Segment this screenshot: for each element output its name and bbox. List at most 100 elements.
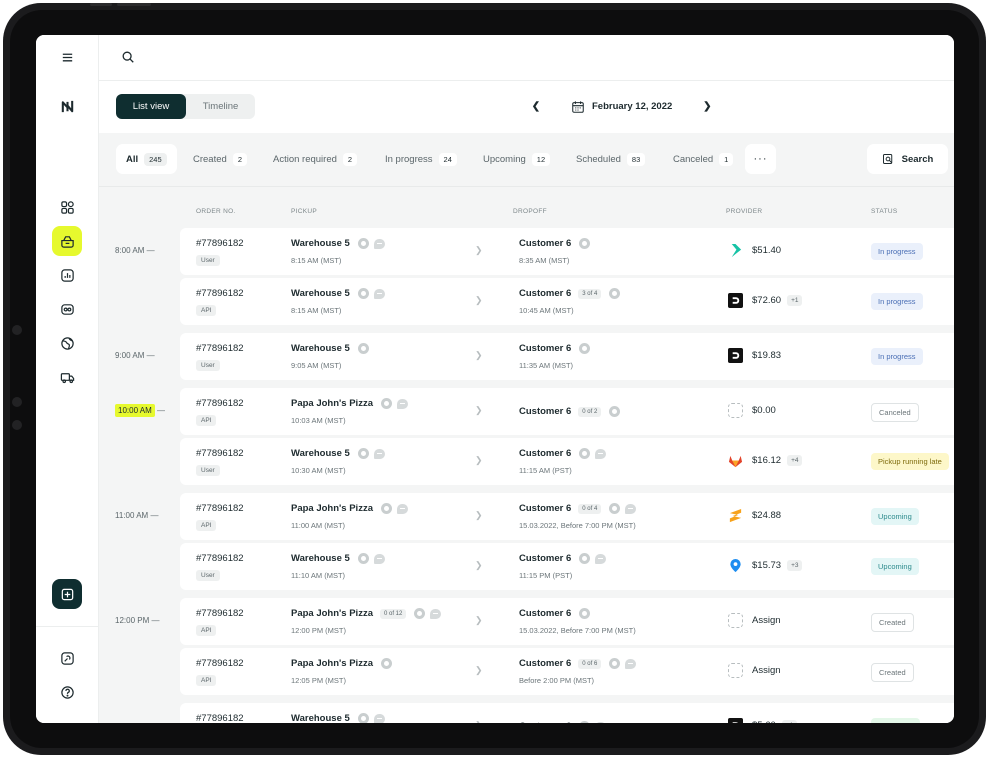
message-icon[interactable] xyxy=(625,658,637,669)
location-icon[interactable] xyxy=(579,721,591,723)
more-filters-button[interactable]: ··· xyxy=(745,144,776,174)
reports-icon[interactable] xyxy=(52,260,82,290)
order-row[interactable]: #77896182 User Warehouse 5 9:05 AM (MST) ❯ Cu… xyxy=(180,333,954,380)
message-icon[interactable] xyxy=(373,553,385,564)
location-icon[interactable] xyxy=(609,406,621,417)
menu-icon[interactable] xyxy=(52,42,82,72)
order-number[interactable]: #77896182 xyxy=(196,553,244,564)
order-number[interactable]: #77896182 xyxy=(196,288,244,299)
message-icon[interactable] xyxy=(595,448,607,459)
message-icon[interactable] xyxy=(396,503,408,514)
order-row[interactable]: #77896182 API Papa John's Pizza 11:00 AM (M… xyxy=(180,493,954,540)
provider-cell[interactable]: Assign xyxy=(728,613,781,628)
support-icon[interactable] xyxy=(52,643,82,673)
status-badge[interactable]: Canceled xyxy=(871,403,919,422)
location-icon[interactable] xyxy=(609,658,621,669)
chevron-left-icon[interactable]: ❮ xyxy=(529,100,543,114)
order-number[interactable]: #77896182 xyxy=(196,398,244,409)
provider-cell[interactable]: $72.60 +1 xyxy=(728,293,803,308)
order-row[interactable]: #77896182 API Papa John's Pizza 0 of 12 12:0… xyxy=(180,598,954,645)
order-number[interactable]: #77896182 xyxy=(196,658,244,669)
location-icon[interactable] xyxy=(380,503,392,514)
zones-icon[interactable] xyxy=(52,328,82,358)
order-number[interactable]: #77896182 xyxy=(196,343,244,354)
order-number[interactable]: #77896182 xyxy=(196,713,244,723)
location-icon[interactable] xyxy=(609,288,621,299)
list-view-button[interactable]: List view xyxy=(116,94,186,119)
location-icon[interactable] xyxy=(380,658,392,669)
filter-tab-all[interactable]: All 245 xyxy=(116,144,177,174)
message-icon[interactable] xyxy=(396,398,408,409)
status-badge[interactable]: In progress xyxy=(871,293,923,310)
provider-cell[interactable]: $15.73 +3 xyxy=(728,558,803,573)
col-provider[interactable]: PROVIDER xyxy=(726,208,762,215)
add-order-button[interactable] xyxy=(52,579,82,609)
col-status[interactable]: STATUS xyxy=(871,208,897,215)
order-row[interactable]: #77896182 API Papa John's Pizza 12:05 PM (M… xyxy=(180,648,954,695)
location-icon[interactable] xyxy=(357,713,369,723)
status-badge[interactable]: Upcoming xyxy=(871,558,919,575)
location-icon[interactable] xyxy=(357,343,369,354)
provider-cell[interactable]: $5.60 +1 xyxy=(728,718,798,723)
message-icon[interactable] xyxy=(625,503,637,514)
order-number[interactable]: #77896182 xyxy=(196,503,244,514)
current-date[interactable]: February 12, 2022 xyxy=(592,101,672,112)
provider-cell[interactable]: $0.00 xyxy=(728,403,776,418)
col-dropoff[interactable]: DROPOFF xyxy=(513,208,547,215)
order-row[interactable]: #77896182 User Warehouse 5 8:15 AM (MST) ❯ Cu… xyxy=(180,228,954,275)
calendar-icon[interactable] xyxy=(571,100,585,114)
filter-tab-created[interactable]: Created 2 xyxy=(193,144,247,174)
order-row[interactable]: #77896182 User Warehouse 5 10:30 AM (MST) ❯ C… xyxy=(180,438,954,485)
dashboard-icon[interactable] xyxy=(52,192,82,222)
chevron-right-icon[interactable]: ❯ xyxy=(700,100,714,114)
filter-tab-in-progress[interactable]: In progress 24 xyxy=(385,144,457,174)
order-row[interactable]: #77896182 API Papa John's Pizza 10:03 AM (M… xyxy=(180,388,954,435)
order-number[interactable]: #77896182 xyxy=(196,448,244,459)
location-icon[interactable] xyxy=(357,448,369,459)
location-icon[interactable] xyxy=(357,238,369,249)
location-icon[interactable] xyxy=(579,238,591,249)
location-icon[interactable] xyxy=(579,553,591,564)
order-row[interactable]: #77896182 Warehouse 5 ❯ Customer 6 $5.60 +1 Sc… xyxy=(180,703,954,723)
location-icon[interactable] xyxy=(414,608,426,619)
status-badge[interactable]: Pickup running late xyxy=(871,453,949,470)
order-number[interactable]: #77896182 xyxy=(196,238,244,249)
status-badge[interactable]: Upcoming xyxy=(871,508,919,525)
drivers-icon[interactable] xyxy=(52,294,82,324)
location-icon[interactable] xyxy=(579,448,591,459)
message-icon[interactable] xyxy=(373,713,385,723)
provider-cell[interactable]: $16.12 +4 xyxy=(728,453,803,468)
col-order[interactable]: ORDER NO. xyxy=(196,208,236,215)
location-icon[interactable] xyxy=(357,288,369,299)
status-badge[interactable]: Scheduled xyxy=(871,718,921,723)
provider-cell[interactable]: $51.40 xyxy=(728,243,781,258)
location-icon[interactable] xyxy=(579,608,591,619)
help-icon[interactable] xyxy=(52,677,82,707)
location-icon[interactable] xyxy=(357,553,369,564)
order-row[interactable]: #77896182 API Warehouse 5 8:15 AM (MST) ❯ Cus… xyxy=(180,278,954,325)
provider-cell[interactable]: Assign xyxy=(728,663,781,678)
message-icon[interactable] xyxy=(373,448,385,459)
location-icon[interactable] xyxy=(579,343,591,354)
message-icon[interactable] xyxy=(595,721,607,723)
filter-tab-scheduled[interactable]: Scheduled 83 xyxy=(576,144,646,174)
filter-tab-action-required[interactable]: Action required 2 xyxy=(273,144,358,174)
provider-cell[interactable]: $19.83 xyxy=(728,348,781,363)
filter-tab-upcoming[interactable]: Upcoming 12 xyxy=(483,144,551,174)
col-pickup[interactable]: PICKUP xyxy=(291,208,317,215)
status-badge[interactable]: Created xyxy=(871,663,914,682)
message-icon[interactable] xyxy=(373,288,385,299)
message-icon[interactable] xyxy=(595,553,607,564)
location-icon[interactable] xyxy=(609,503,621,514)
order-number[interactable]: #77896182 xyxy=(196,608,244,619)
filter-tab-canceled[interactable]: Canceled 1 xyxy=(673,144,734,174)
status-badge[interactable]: In progress xyxy=(871,243,923,260)
fleet-icon[interactable] xyxy=(52,362,82,392)
timeline-view-button[interactable]: Timeline xyxy=(186,94,255,119)
search-icon[interactable] xyxy=(121,50,135,64)
location-icon[interactable] xyxy=(380,398,392,409)
provider-cell[interactable]: $24.88 xyxy=(728,508,781,523)
logo-icon[interactable] xyxy=(52,91,82,121)
orders-icon[interactable] xyxy=(52,226,82,256)
status-badge[interactable]: In progress xyxy=(871,348,923,365)
